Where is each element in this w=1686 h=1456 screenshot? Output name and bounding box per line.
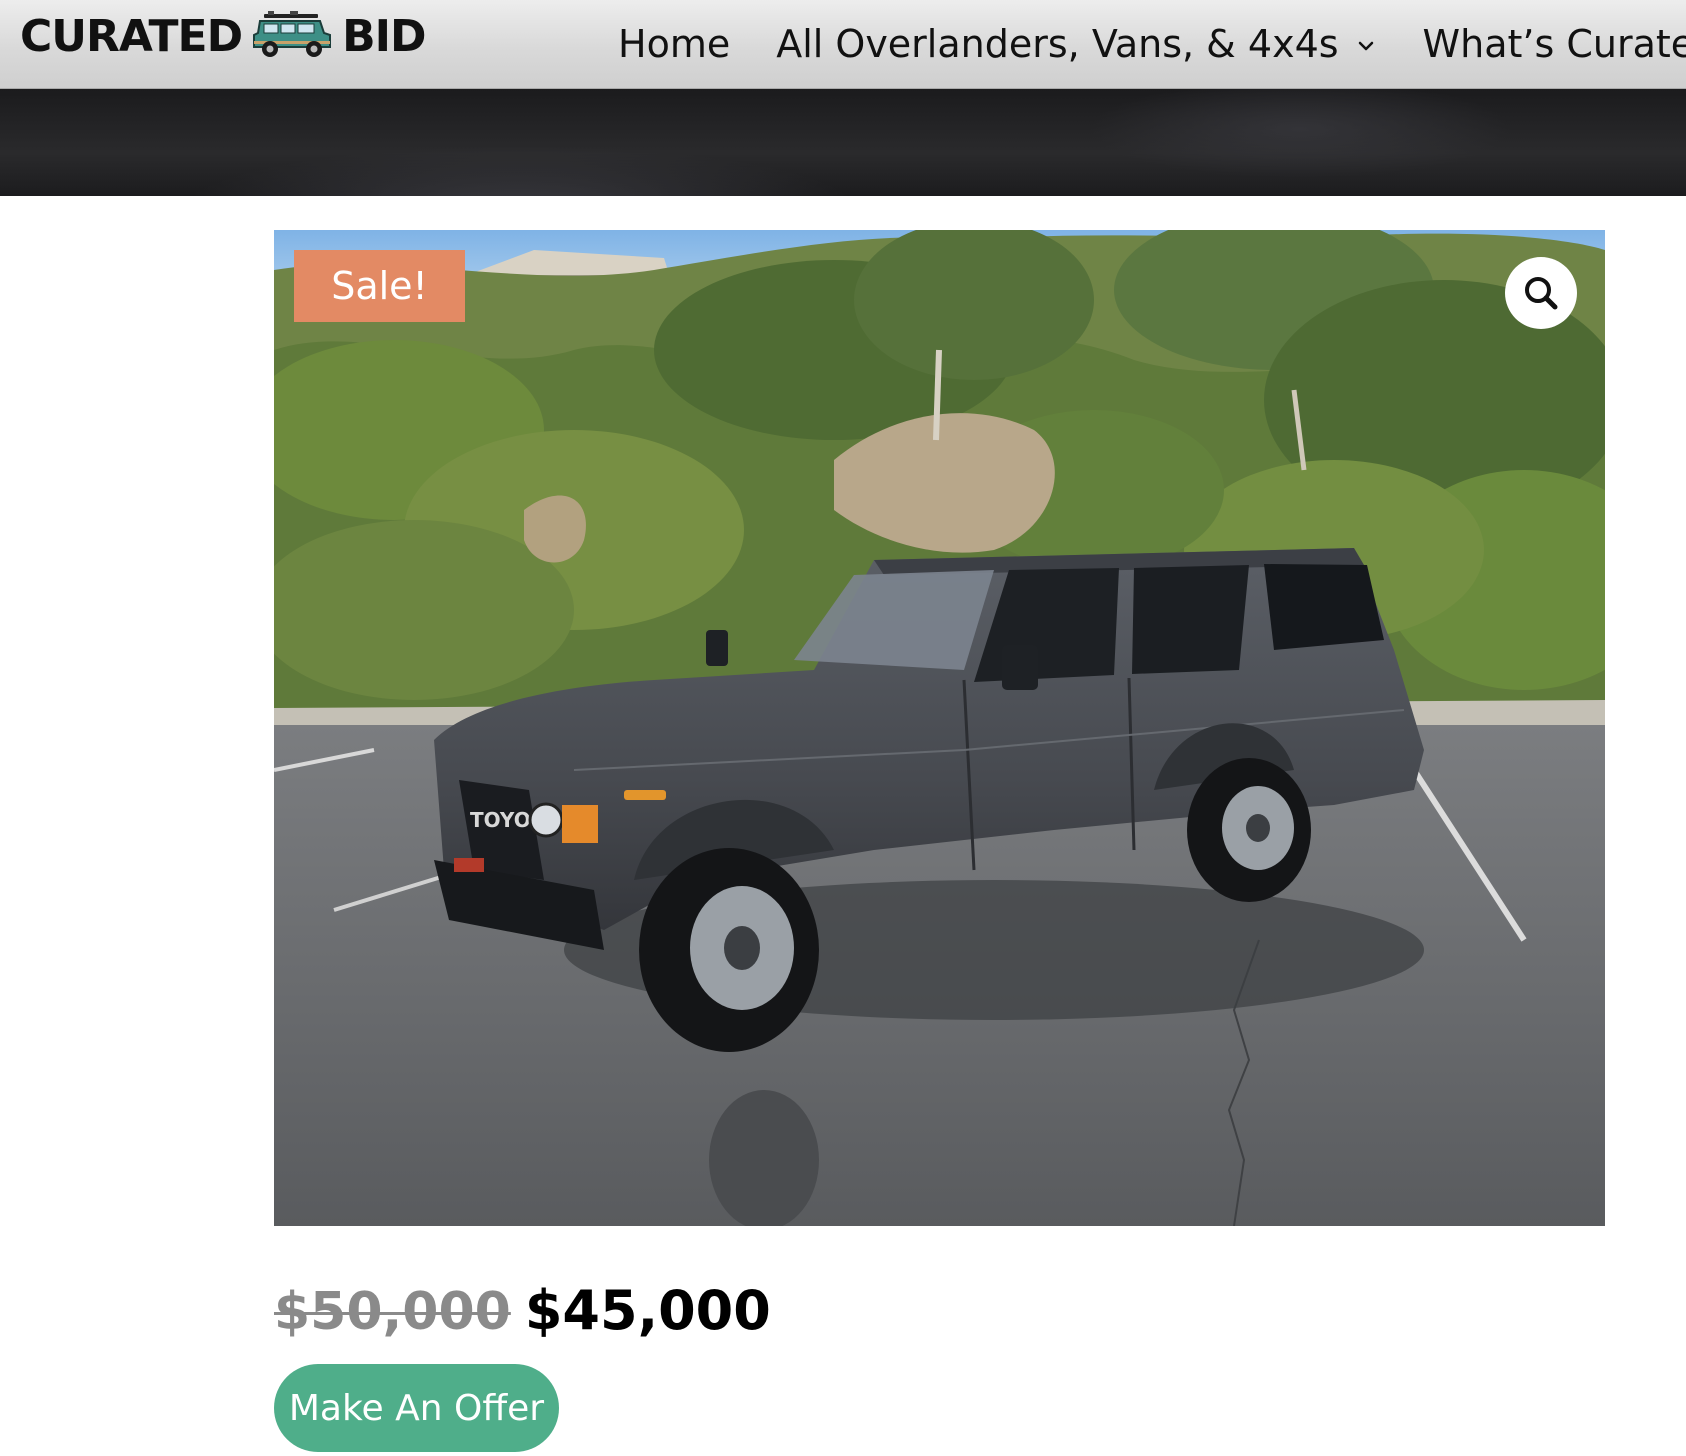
logo-word-curated: CURATED	[20, 10, 243, 62]
gray-toyota-suv-photo: TOYOTA	[274, 230, 1605, 1226]
nav-item-whats-curated[interactable]: What’s Curated	[1423, 22, 1686, 66]
site-logo[interactable]: CURATED BID	[20, 8, 427, 64]
hero-banner-image	[0, 89, 1686, 196]
image-zoom-button[interactable]	[1505, 257, 1577, 329]
original-price: $50,000	[274, 1282, 511, 1342]
main-nav: Home All Overlanders, Vans, & 4x4s What’…	[618, 22, 1686, 66]
price-row: $50,000 $45,000	[274, 1279, 771, 1342]
nav-item-label: All Overlanders, Vans, & 4x4s	[776, 22, 1339, 66]
nav-item-label: Home	[618, 22, 731, 66]
make-offer-button[interactable]: Make An Offer	[274, 1364, 559, 1452]
logo-word-bid: BID	[342, 10, 426, 62]
nav-item-all-vehicles[interactable]: All Overlanders, Vans, & 4x4s	[776, 22, 1376, 66]
sale-price: $45,000	[524, 1279, 771, 1342]
chevron-down-icon	[1358, 41, 1373, 51]
magnifier-icon	[1525, 277, 1558, 310]
site-header: CURATED BID Home All Overlanders, Vans, …	[0, 0, 1686, 89]
vintage-suv-icon	[253, 11, 332, 57]
product-page: CURATED BID Home All Overlanders, Vans, …	[0, 0, 1686, 1456]
sale-badge: Sale!	[294, 250, 465, 322]
nav-item-label: What’s Curated	[1422, 22, 1686, 66]
product-image[interactable]: TOYOTA	[274, 230, 1605, 1226]
nav-item-home[interactable]: Home	[618, 22, 730, 66]
